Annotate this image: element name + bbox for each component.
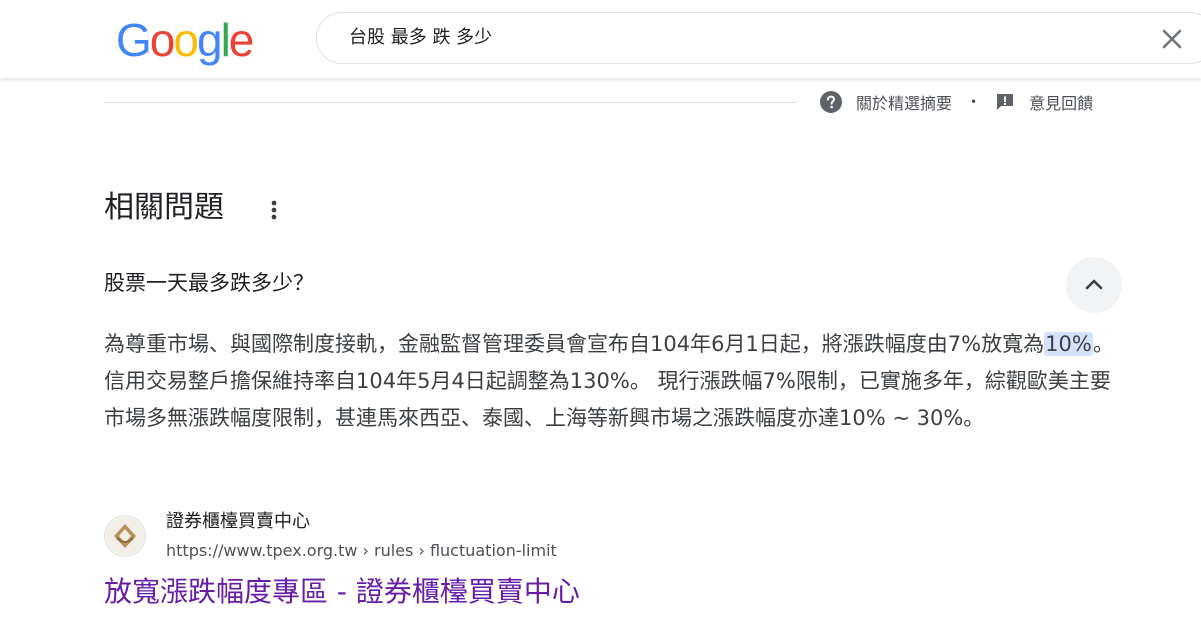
source-url-breadcrumb[interactable]: https://www.tpex.org.tw › rules › fluctu… [166,539,557,563]
feedback-label: 意見回饋 [1029,94,1094,113]
logo-letter: l [220,14,231,66]
logo-letter: G [116,14,152,66]
snippet-feedback-row: 關於精選摘要 • 意見回饋 [820,89,1093,115]
logo-letter: e [228,14,255,66]
feedback-icon [997,94,1014,110]
about-label: 關於精選摘要 [856,94,953,113]
search-header: Google [0,0,1201,78]
feedback-link[interactable]: 意見回饋 [995,90,1093,114]
logo-letter: o [173,14,199,66]
more-vert-icon[interactable] [262,196,286,224]
answer-text-before: 為尊重市場、與國際制度接軌，金融監督管理委員會宣布自104年6月1日起，將漲跌幅… [104,332,1045,356]
divider [104,102,797,103]
answer-snippet: 為尊重市場、與國際制度接軌，金融監督管理委員會宣布自104年6月1日起，將漲跌幅… [104,326,1114,437]
collapse-question-button[interactable] [1066,257,1122,313]
about-featured-snippet-link[interactable]: 關於精選摘要 [820,90,952,114]
close-icon[interactable] [1159,26,1185,52]
logo-letter: o [149,14,176,66]
source-site-name[interactable]: 證券櫃檯買賣中心 [166,509,310,535]
search-input[interactable] [349,13,1109,63]
site-favicon[interactable] [104,515,146,557]
google-logo[interactable]: Google [116,14,255,66]
related-questions-title: 相關問題 [104,190,224,225]
chevron-up-icon [1085,279,1103,290]
logo-letter: g [196,14,223,66]
result-title-link[interactable]: 放寬漲跌幅度專區 - 證券櫃檯買賣中心 [104,571,580,613]
help-circle-icon [820,91,842,113]
separator-dot: • [970,95,978,109]
related-question[interactable]: 股票一天最多跌多少？ [104,266,314,300]
answer-highlight: 10% [1044,332,1093,356]
search-box[interactable] [316,12,1201,64]
